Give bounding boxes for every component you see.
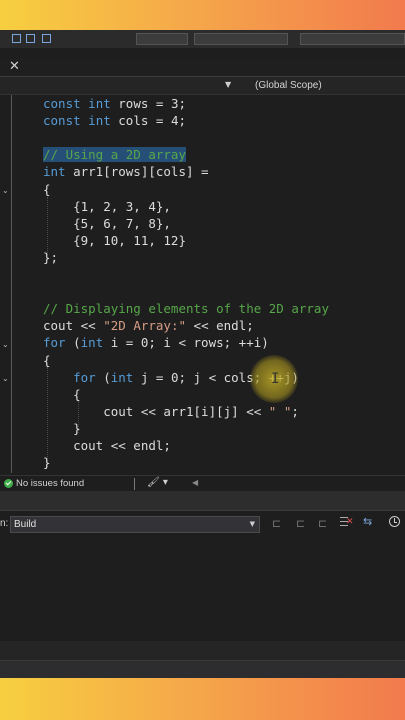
code-token: int	[110, 369, 134, 385]
code-token: for	[43, 335, 66, 351]
configuration-dropdown[interactable]	[136, 33, 188, 45]
code-token: {	[43, 386, 81, 402]
chevron-down-icon[interactable]: ▼	[225, 80, 231, 89]
divider	[134, 478, 135, 490]
fold-icon[interactable]: ⌄	[2, 340, 9, 349]
code-token: cout << arr1[i][j] <<	[43, 403, 269, 419]
code-token: const	[43, 113, 81, 129]
code-token: int	[80, 335, 104, 351]
check-circle-icon	[4, 479, 13, 488]
code-token: int	[43, 164, 66, 180]
close-icon[interactable]: ✕	[9, 60, 20, 74]
code-token: int	[88, 113, 111, 129]
code-token: ;	[291, 403, 299, 419]
output-source-value: Build	[14, 519, 37, 530]
code-token: const	[43, 96, 81, 111]
code-token: << endl;	[186, 318, 254, 334]
word-wrap-icon[interactable]: ⇆	[363, 515, 372, 528]
fold-icon[interactable]: ⌄	[2, 374, 9, 383]
clock-icon[interactable]	[389, 516, 400, 527]
code-line[interactable]: {	[43, 386, 81, 403]
main-toolbar	[0, 30, 405, 48]
editor-status-bar: No issues found 🖌 ▾ ◀	[0, 475, 405, 491]
output-source-label: n:	[0, 518, 9, 529]
editor-margin-line	[11, 95, 12, 473]
goto-prev-message-icon[interactable]: ⊏	[272, 517, 281, 530]
code-token: "2D Array:"	[103, 318, 187, 334]
goto-next-message-icon[interactable]: ⊏	[296, 517, 305, 530]
scroll-left-icon[interactable]: ◀	[192, 478, 198, 487]
navigation-bar: ▼ (Global Scope)	[0, 77, 405, 95]
code-token: int	[88, 96, 111, 111]
code-line[interactable]: int arr1[rows][cols] =	[43, 163, 209, 180]
code-line[interactable]: cout << arr1[i][j] << " ";	[43, 403, 299, 420]
code-token: cout << endl;	[43, 438, 171, 453]
issues-status[interactable]: No issues found	[16, 478, 84, 489]
code-token: arr1[rows][cols] =	[65, 164, 209, 180]
code-token: {1, 2, 3, 4},	[43, 198, 171, 214]
code-token: {	[43, 181, 51, 197]
code-editor[interactable]: ⌄ ⌄ ⌄ const int rows = 3; const int cols …	[0, 95, 405, 473]
output-panel: n: Build ▼ ⊏ ⊏ ⊏ ✕ ⇆	[0, 511, 405, 641]
code-token: rows = 3;	[110, 96, 187, 111]
code-token: }	[43, 455, 51, 471]
code-token: cout <<	[43, 318, 104, 334]
code-line[interactable]: cout << "2D Array:" << endl;	[43, 317, 254, 334]
code-line[interactable]: for (int i = 0; i < rows; ++i)	[43, 334, 269, 351]
code-token: // Using a 2D array	[43, 147, 186, 163]
clear-all-icon[interactable]: ✕	[340, 515, 354, 527]
code-token: cols = 4;	[110, 113, 187, 129]
code-line[interactable]: }	[43, 454, 51, 471]
editor-tabstrip: ✕	[0, 58, 405, 77]
bottom-tab-bar	[0, 660, 405, 678]
code-token: // Displaying elements of the 2D array	[43, 301, 329, 317]
code-token: }	[43, 420, 81, 436]
code-token: };	[43, 249, 59, 265]
code-token: for	[73, 369, 96, 385]
code-line[interactable]: // Displaying elements of the 2D array	[43, 300, 329, 317]
lower-panel	[0, 641, 405, 678]
code-token: (	[95, 369, 111, 385]
mouse-cursor-icon: I	[271, 371, 280, 387]
debugger-target-button[interactable]	[300, 33, 405, 45]
panel-splitter[interactable]	[0, 491, 405, 511]
save-all-icon[interactable]	[26, 34, 35, 43]
code-line[interactable]: {1, 2, 3, 4},	[43, 198, 171, 215]
code-line[interactable]: const int cols = 4;	[43, 112, 186, 129]
code-line[interactable]: cout << endl;	[43, 437, 171, 454]
bottom-decor-band	[0, 678, 405, 720]
chevron-down-icon: ▼	[249, 520, 255, 528]
code-token: {	[43, 352, 51, 368]
code-line[interactable]: const int rows = 3;	[43, 95, 186, 112]
code-token: " "	[268, 403, 292, 419]
code-cleanup-icon[interactable]: 🖌 ▾	[147, 477, 168, 488]
code-token: (	[65, 335, 81, 351]
code-line[interactable]: }	[43, 420, 81, 437]
code-line[interactable]: {	[43, 352, 51, 369]
code-line[interactable]: };	[43, 249, 58, 266]
save-icon[interactable]	[12, 34, 21, 43]
undo-icon[interactable]	[42, 34, 51, 43]
fold-icon[interactable]: ⌄	[2, 186, 9, 195]
code-token: {9, 10, 11, 12}	[43, 232, 186, 248]
code-line[interactable]: {	[43, 181, 51, 198]
output-source-select[interactable]: Build ▼	[10, 516, 260, 533]
code-token: {5, 6, 7, 8},	[43, 215, 171, 231]
scope-dropdown[interactable]: (Global Scope)	[255, 80, 322, 91]
code-line[interactable]: // Using a 2D array	[43, 146, 186, 163]
code-line[interactable]: {9, 10, 11, 12}	[43, 232, 186, 249]
platform-dropdown[interactable]	[194, 33, 288, 45]
code-token: i = 0; i < rows; ++i)	[103, 335, 269, 351]
find-message-icon[interactable]: ⊏	[318, 517, 327, 530]
code-line[interactable]: {5, 6, 7, 8},	[43, 215, 171, 232]
